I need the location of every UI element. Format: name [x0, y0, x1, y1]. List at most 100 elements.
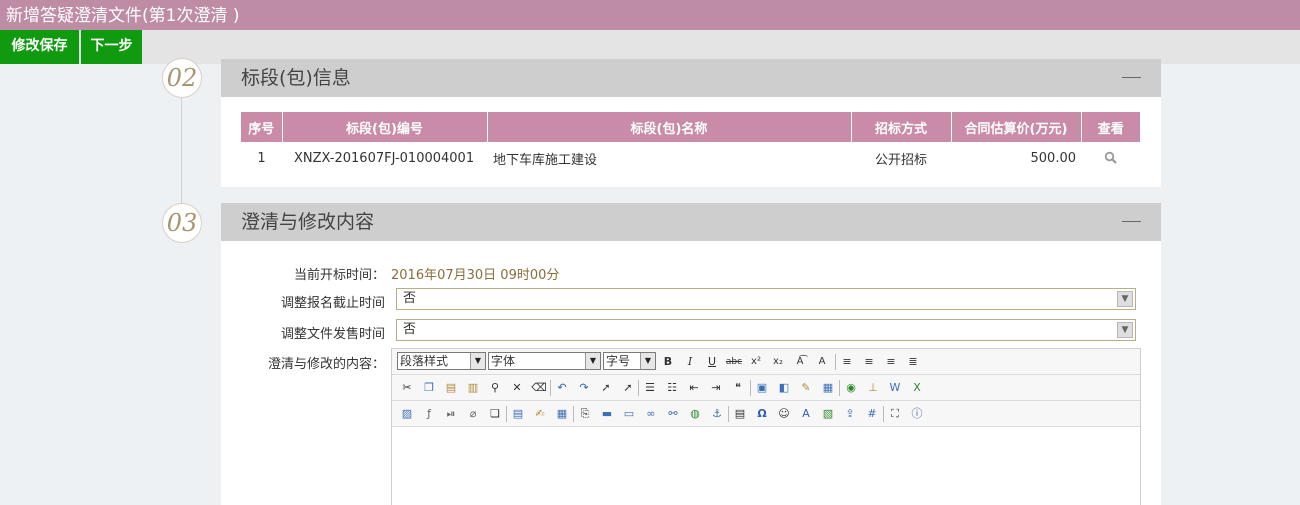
- unlink-icon[interactable]: ⚯: [665, 406, 681, 422]
- copy-icon[interactable]: ❐: [421, 380, 437, 396]
- blockquote-icon[interactable]: ❝: [730, 380, 746, 396]
- search-icon[interactable]: [1104, 151, 1118, 165]
- toolbar-separator: [728, 406, 729, 422]
- cell-method: 公开招标: [874, 152, 927, 168]
- document-icon[interactable]: ▤: [732, 406, 748, 422]
- outdent-icon[interactable]: ⇤: [686, 380, 702, 396]
- table-row: 1 XNZX-201607FJ-010004001 地下车库施工建设 公开招标 …: [241, 142, 1140, 174]
- info-icon[interactable]: ⓘ: [909, 406, 925, 422]
- superscript-icon[interactable]: x²: [748, 354, 764, 370]
- cell-index: 1: [257, 150, 266, 166]
- toolbar-separator: [550, 380, 551, 396]
- toolbar-separator: [839, 380, 840, 396]
- adjust-signup-deadline-label: 调整报名截止时间: [280, 296, 385, 311]
- remove-format-icon[interactable]: ✕: [509, 380, 525, 396]
- save-button[interactable]: 修改保存: [0, 30, 79, 64]
- font-family-select[interactable]: 字体 ▼: [488, 352, 601, 370]
- chevron-down-icon: ▼: [470, 353, 485, 369]
- duplicate-icon[interactable]: ❏: [487, 406, 503, 422]
- stamp-icon[interactable]: ⊥: [865, 380, 881, 396]
- chevron-down-icon[interactable]: ▼: [1117, 322, 1133, 338]
- excel-import-icon[interactable]: X: [909, 380, 925, 396]
- cell-price: 500.00: [1030, 150, 1077, 166]
- cell-code: XNZX-201607FJ-010004001: [294, 150, 475, 166]
- fullscreen-icon[interactable]: ⛶: [887, 406, 903, 422]
- insert-form-icon[interactable]: ▦: [554, 406, 570, 422]
- align-justify-icon[interactable]: ≣: [905, 354, 921, 370]
- insert-table-icon[interactable]: ▤: [510, 406, 526, 422]
- page-break-icon[interactable]: ⎘: [577, 406, 593, 422]
- section-title: 澄清与修改内容: [241, 211, 375, 233]
- select-pointer-icon[interactable]: ➚: [598, 380, 614, 396]
- font-family-value: 字体: [491, 354, 516, 368]
- find-icon[interactable]: ⚲: [487, 380, 503, 396]
- next-step-button[interactable]: 下一步: [81, 30, 142, 64]
- editor-content-area[interactable]: [392, 427, 1140, 505]
- editor-toolbar-row-1: 段落样式 ▼ 字体 ▼ 字号 ▼ B I U abc x² x₂ A͡ A ≡ ≡ ≡…: [392, 349, 1140, 375]
- collapse-icon[interactable]: [1122, 221, 1141, 222]
- flash-icon[interactable]: ƒ: [421, 406, 437, 422]
- indent-icon[interactable]: ⇥: [708, 380, 724, 396]
- horizontal-rule-icon[interactable]: ▬: [599, 406, 615, 422]
- align-left-icon[interactable]: ≡: [839, 354, 855, 370]
- grid-icon[interactable]: #: [864, 406, 880, 422]
- toolbar-separator: [506, 406, 507, 422]
- select-value: 否: [403, 291, 417, 306]
- adjust-signup-deadline-select[interactable]: 否 ▼: [396, 288, 1136, 310]
- ordered-list-icon[interactable]: ☰: [642, 380, 658, 396]
- upload-icon[interactable]: ⇪: [842, 406, 858, 422]
- emoticon-icon[interactable]: ☺: [776, 406, 792, 422]
- underline-icon[interactable]: U: [704, 354, 720, 370]
- font-size-select[interactable]: 字号 ▼: [603, 352, 656, 370]
- rich-text-editor[interactable]: 段落样式 ▼ 字体 ▼ 字号 ▼ B I U abc x² x₂ A͡ A ≡ ≡ ≡…: [391, 348, 1141, 505]
- globe-icon[interactable]: ◉: [843, 380, 859, 396]
- subscript-icon[interactable]: x₂: [770, 354, 786, 370]
- adjust-doc-sale-label: 调整文件发售时间: [280, 327, 385, 342]
- media-icon[interactable]: ⏯: [443, 406, 459, 422]
- chevron-down-icon: ▼: [585, 353, 600, 369]
- insert-image-icon[interactable]: ▧: [820, 406, 836, 422]
- paste-text-icon[interactable]: ▥: [465, 380, 481, 396]
- unordered-list-icon[interactable]: ☷: [664, 380, 680, 396]
- section-header-package-info: 标段(包)信息: [221, 59, 1161, 97]
- paste-icon[interactable]: ▤: [443, 380, 459, 396]
- highlight-color-icon[interactable]: A: [814, 354, 830, 370]
- align-right-icon[interactable]: ≡: [883, 354, 899, 370]
- format-painter-icon[interactable]: ✎: [798, 380, 814, 396]
- strikethrough-icon[interactable]: abc: [724, 354, 744, 370]
- column-header-price: 合同估算价(万元): [951, 112, 1082, 142]
- toolbar-separator: [638, 380, 639, 396]
- map-icon[interactable]: ◍: [687, 406, 703, 422]
- paragraph-style-select[interactable]: 段落样式 ▼: [397, 352, 486, 370]
- cell-name: 地下车库施工建设: [493, 152, 598, 168]
- section-title: 标段(包)信息: [241, 67, 351, 89]
- collapse-icon[interactable]: [1122, 77, 1141, 78]
- undo-icon[interactable]: ↶: [554, 380, 570, 396]
- font-color-icon[interactable]: A͡: [792, 354, 808, 370]
- bold-icon[interactable]: B: [660, 354, 676, 370]
- open-time-label: 当前开标时间：: [293, 268, 385, 283]
- text-box-icon[interactable]: ▣: [754, 380, 770, 396]
- column-header-index: 序号: [241, 112, 283, 142]
- link-icon[interactable]: ∞: [643, 406, 659, 422]
- image-icon[interactable]: ▨: [399, 406, 415, 422]
- redo-icon[interactable]: ↷: [576, 380, 592, 396]
- special-char-icon[interactable]: Ω: [754, 406, 770, 422]
- align-center-icon[interactable]: ≡: [861, 354, 877, 370]
- eraser-icon[interactable]: ⌫: [531, 380, 547, 396]
- italic-icon[interactable]: I: [682, 354, 698, 370]
- insert-template-icon[interactable]: ✍: [532, 406, 548, 422]
- text-direction-icon[interactable]: A: [798, 406, 814, 422]
- adjust-doc-sale-select[interactable]: 否 ▼: [396, 319, 1136, 341]
- column-header-name: 标段(包)名称: [487, 112, 852, 142]
- chevron-down-icon[interactable]: ▼: [1117, 291, 1133, 307]
- code-icon[interactable]: ▭: [621, 406, 637, 422]
- attachment-icon[interactable]: ⌀: [465, 406, 481, 422]
- content-label: 澄清与修改的内容：: [267, 357, 385, 372]
- layer-icon[interactable]: ◧: [776, 380, 792, 396]
- cut-icon[interactable]: ✂: [399, 380, 415, 396]
- print-preview-icon[interactable]: ▦: [820, 380, 836, 396]
- anchor-icon[interactable]: ⚓: [709, 406, 725, 422]
- select-all-icon[interactable]: ➚: [620, 380, 636, 396]
- word-import-icon[interactable]: W: [887, 380, 903, 396]
